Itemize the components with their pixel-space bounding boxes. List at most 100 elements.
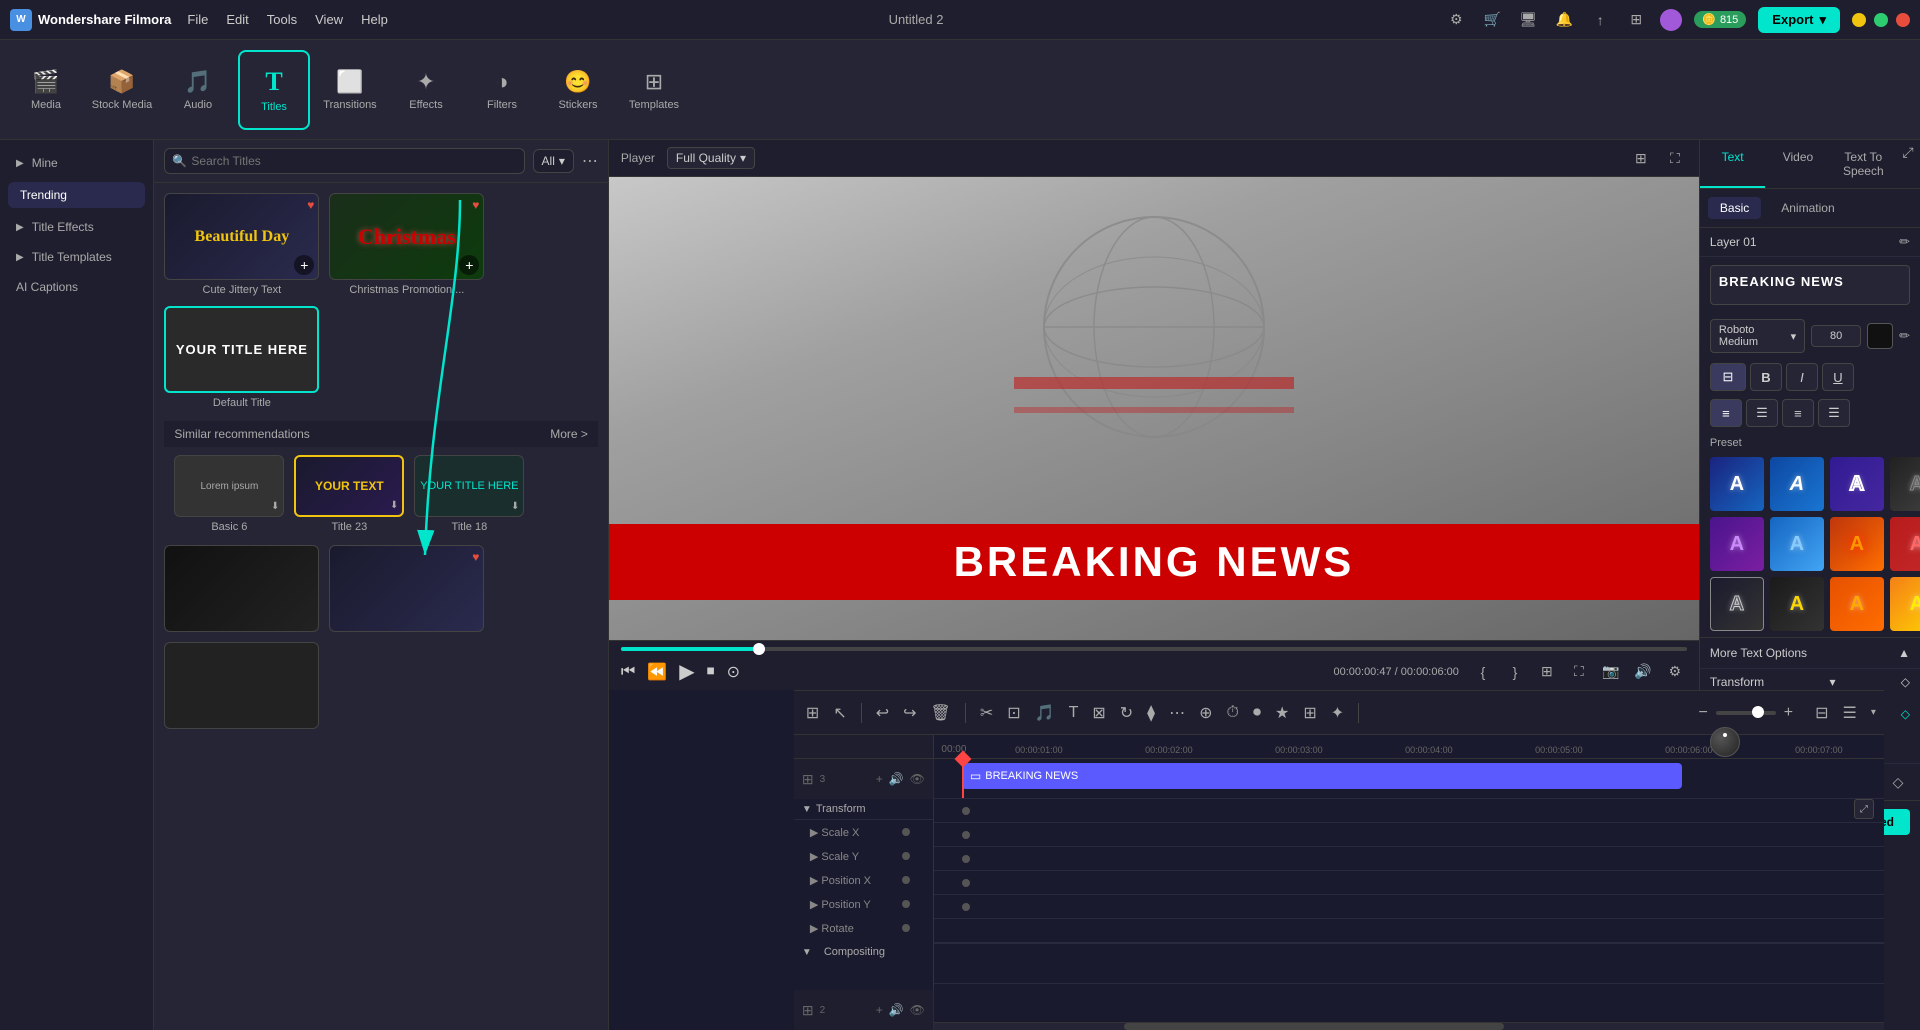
zoom-out-icon[interactable]: − <box>1694 702 1711 724</box>
scale-y-dot[interactable] <box>962 831 970 839</box>
split-icon[interactable]: ⊕ <box>1195 701 1216 725</box>
tool-audio[interactable]: 🎵 Audio <box>162 50 234 130</box>
rotate-dot[interactable] <box>962 903 970 911</box>
scroll-card-1[interactable] <box>164 545 319 632</box>
scale-x-label[interactable]: ▶ Scale X <box>810 826 890 839</box>
font-selector[interactable]: Roboto Medium ▾ <box>1710 319 1805 353</box>
more-link[interactable]: More > <box>550 427 588 441</box>
more-options-icon[interactable]: ⋯ <box>582 151 598 171</box>
close-button[interactable] <box>1896 13 1910 27</box>
tl-menu-arrow[interactable]: ▾ <box>1871 707 1876 718</box>
tool-stock[interactable]: 📦 Stock Media <box>86 50 158 130</box>
italic-btn[interactable]: I <box>1786 363 1818 391</box>
title-card-christmas[interactable]: ♥ Christmas + Christmas Promotion ... <box>329 193 484 296</box>
export-button[interactable]: Export ▾ <box>1758 7 1840 33</box>
rec-card-title18[interactable]: YOUR TITLE HERE ⬇ Title 18 <box>414 455 524 533</box>
tool-transitions[interactable]: ⬜ Transitions <box>314 50 386 130</box>
preset-item-7[interactable]: A <box>1890 517 1920 571</box>
record-icon[interactable]: ⏺ <box>1249 702 1265 724</box>
add-btn-christmas[interactable]: + <box>459 255 479 275</box>
rec-card-basic6[interactable]: Lorem ipsum ⬇ Basic 6 <box>174 455 284 533</box>
menu-file[interactable]: File <box>187 12 208 27</box>
font-size-display[interactable]: 80 <box>1811 325 1861 347</box>
add-btn-cute-jittery[interactable]: + <box>294 255 314 275</box>
crop-icon[interactable]: ⊠ <box>1088 701 1109 725</box>
tool-stickers[interactable]: 😊 Stickers <box>542 50 614 130</box>
audio-icon-tl[interactable]: 🎵 <box>1031 701 1059 725</box>
menu-view[interactable]: View <box>315 12 343 27</box>
track1-eye-icon[interactable]: 👁 <box>910 772 925 786</box>
position-x-dot[interactable] <box>962 855 970 863</box>
position-x-label[interactable]: ▶ Position X <box>810 874 890 887</box>
grid-icon[interactable]: ⊞ <box>1624 8 1648 32</box>
sub-tab-basic[interactable]: Basic <box>1708 197 1761 219</box>
rotate-knob[interactable] <box>1710 727 1740 757</box>
preset-item-8[interactable]: A <box>1710 577 1764 631</box>
rotate-keyframe[interactable] <box>902 924 910 932</box>
expand-panel-icon[interactable]: ⤢ <box>1896 140 1920 164</box>
track1-mute-icon[interactable]: 🔊 <box>889 772 904 786</box>
delete-icon[interactable]: 🗑 <box>927 701 955 725</box>
zoom-in-icon[interactable]: + <box>1780 702 1797 724</box>
ai-icon[interactable]: ✦ <box>1327 701 1348 725</box>
compositing-collapse[interactable]: ▼ Compositing <box>794 940 933 964</box>
rotate-label-tl[interactable]: ▶ Rotate <box>810 922 890 935</box>
rotate-icon-tl[interactable]: ↻ <box>1116 701 1137 725</box>
scale-keyframe-icon[interactable]: ◇ <box>1886 770 1910 794</box>
text-justify-btn[interactable]: ☰ <box>1818 399 1850 427</box>
list-tl-icon[interactable]: ☰ <box>1839 701 1861 725</box>
split-view-icon[interactable]: ⊞ <box>1629 146 1653 170</box>
position-y-keyframe[interactable] <box>902 900 910 908</box>
track2-eye-icon[interactable]: 👁 <box>910 1003 925 1017</box>
rec-card-title23[interactable]: YOUR TEXT ⬇ Title 23 <box>294 455 404 533</box>
preset-item-0[interactable]: A <box>1710 457 1764 511</box>
group-icon[interactable]: ⧫ <box>1143 701 1159 725</box>
progress-bar[interactable] <box>621 647 1687 651</box>
text-content-box[interactable]: BREAKING NEWS <box>1710 265 1910 305</box>
preset-item-3[interactable]: A <box>1890 457 1920 511</box>
sidebar-item-mine[interactable]: ▶ Mine <box>4 150 149 176</box>
tool-titles[interactable]: T Titles <box>238 50 310 130</box>
preset-item-2[interactable]: A <box>1830 457 1884 511</box>
snapshot-icon[interactable]: 📷 <box>1599 660 1623 684</box>
tool-filters[interactable]: ◑ Filters <box>466 50 538 130</box>
menu-edit[interactable]: Edit <box>226 12 248 27</box>
coin-badge[interactable]: 🪙 815 <box>1694 11 1746 28</box>
scale-x-dot[interactable] <box>962 807 970 815</box>
user-avatar[interactable] <box>1660 9 1682 31</box>
menu-tools[interactable]: Tools <box>267 12 297 27</box>
mark-out-icon[interactable]: } <box>1503 660 1527 684</box>
tool-effects[interactable]: ✦ Effects <box>390 50 462 130</box>
settings2-icon[interactable]: ⚙ <box>1663 660 1687 684</box>
timeline-scrollbar[interactable] <box>934 1022 1884 1030</box>
cut-icon[interactable]: ✂ <box>976 701 997 725</box>
maximize-button[interactable] <box>1874 13 1888 27</box>
play-button[interactable]: ▶ <box>679 659 694 684</box>
settings-icon[interactable]: ⚙ <box>1444 8 1468 32</box>
text-align-right-btn[interactable]: ≡ <box>1782 399 1814 427</box>
scale-y-keyframe[interactable] <box>902 852 910 860</box>
minimize-button[interactable] <box>1852 13 1866 27</box>
preset-item-1[interactable]: A <box>1770 457 1824 511</box>
insert-icon[interactable]: ⊞ <box>1535 660 1559 684</box>
layer-edit-icon[interactable]: ✏ <box>1899 234 1910 250</box>
track1-add-icon[interactable]: + <box>876 772 883 786</box>
zoom-slider[interactable] <box>1716 711 1776 715</box>
stop-button[interactable]: ⏹ <box>707 663 715 681</box>
select-tool-icon[interactable]: ↖ <box>829 701 850 725</box>
notification-icon[interactable]: 🔔 <box>1552 8 1576 32</box>
filter-dropdown[interactable]: All ▾ <box>533 149 574 173</box>
speed-icon[interactable]: ⏱ <box>1222 702 1242 724</box>
tab-text[interactable]: Text <box>1700 140 1765 188</box>
resize-handle[interactable]: ⤢ <box>1854 799 1874 819</box>
share-icon[interactable]: ↑ <box>1588 8 1612 32</box>
copy-icon[interactable]: ⊡ <box>1003 701 1024 725</box>
sidebar-item-ai-captions[interactable]: AI Captions <box>4 274 149 300</box>
sidebar-item-title-templates[interactable]: ▶ Title Templates <box>4 244 149 270</box>
track2-add-icon[interactable]: + <box>876 1003 883 1017</box>
preset-item-9[interactable]: A <box>1770 577 1824 631</box>
track2-mute-icon[interactable]: 🔊 <box>889 1003 904 1017</box>
prev-frame-button[interactable]: ⏪ <box>647 662 667 682</box>
scroll-card-2[interactable]: ♥ <box>329 545 484 632</box>
tool-media[interactable]: 🎬 Media <box>10 50 82 130</box>
